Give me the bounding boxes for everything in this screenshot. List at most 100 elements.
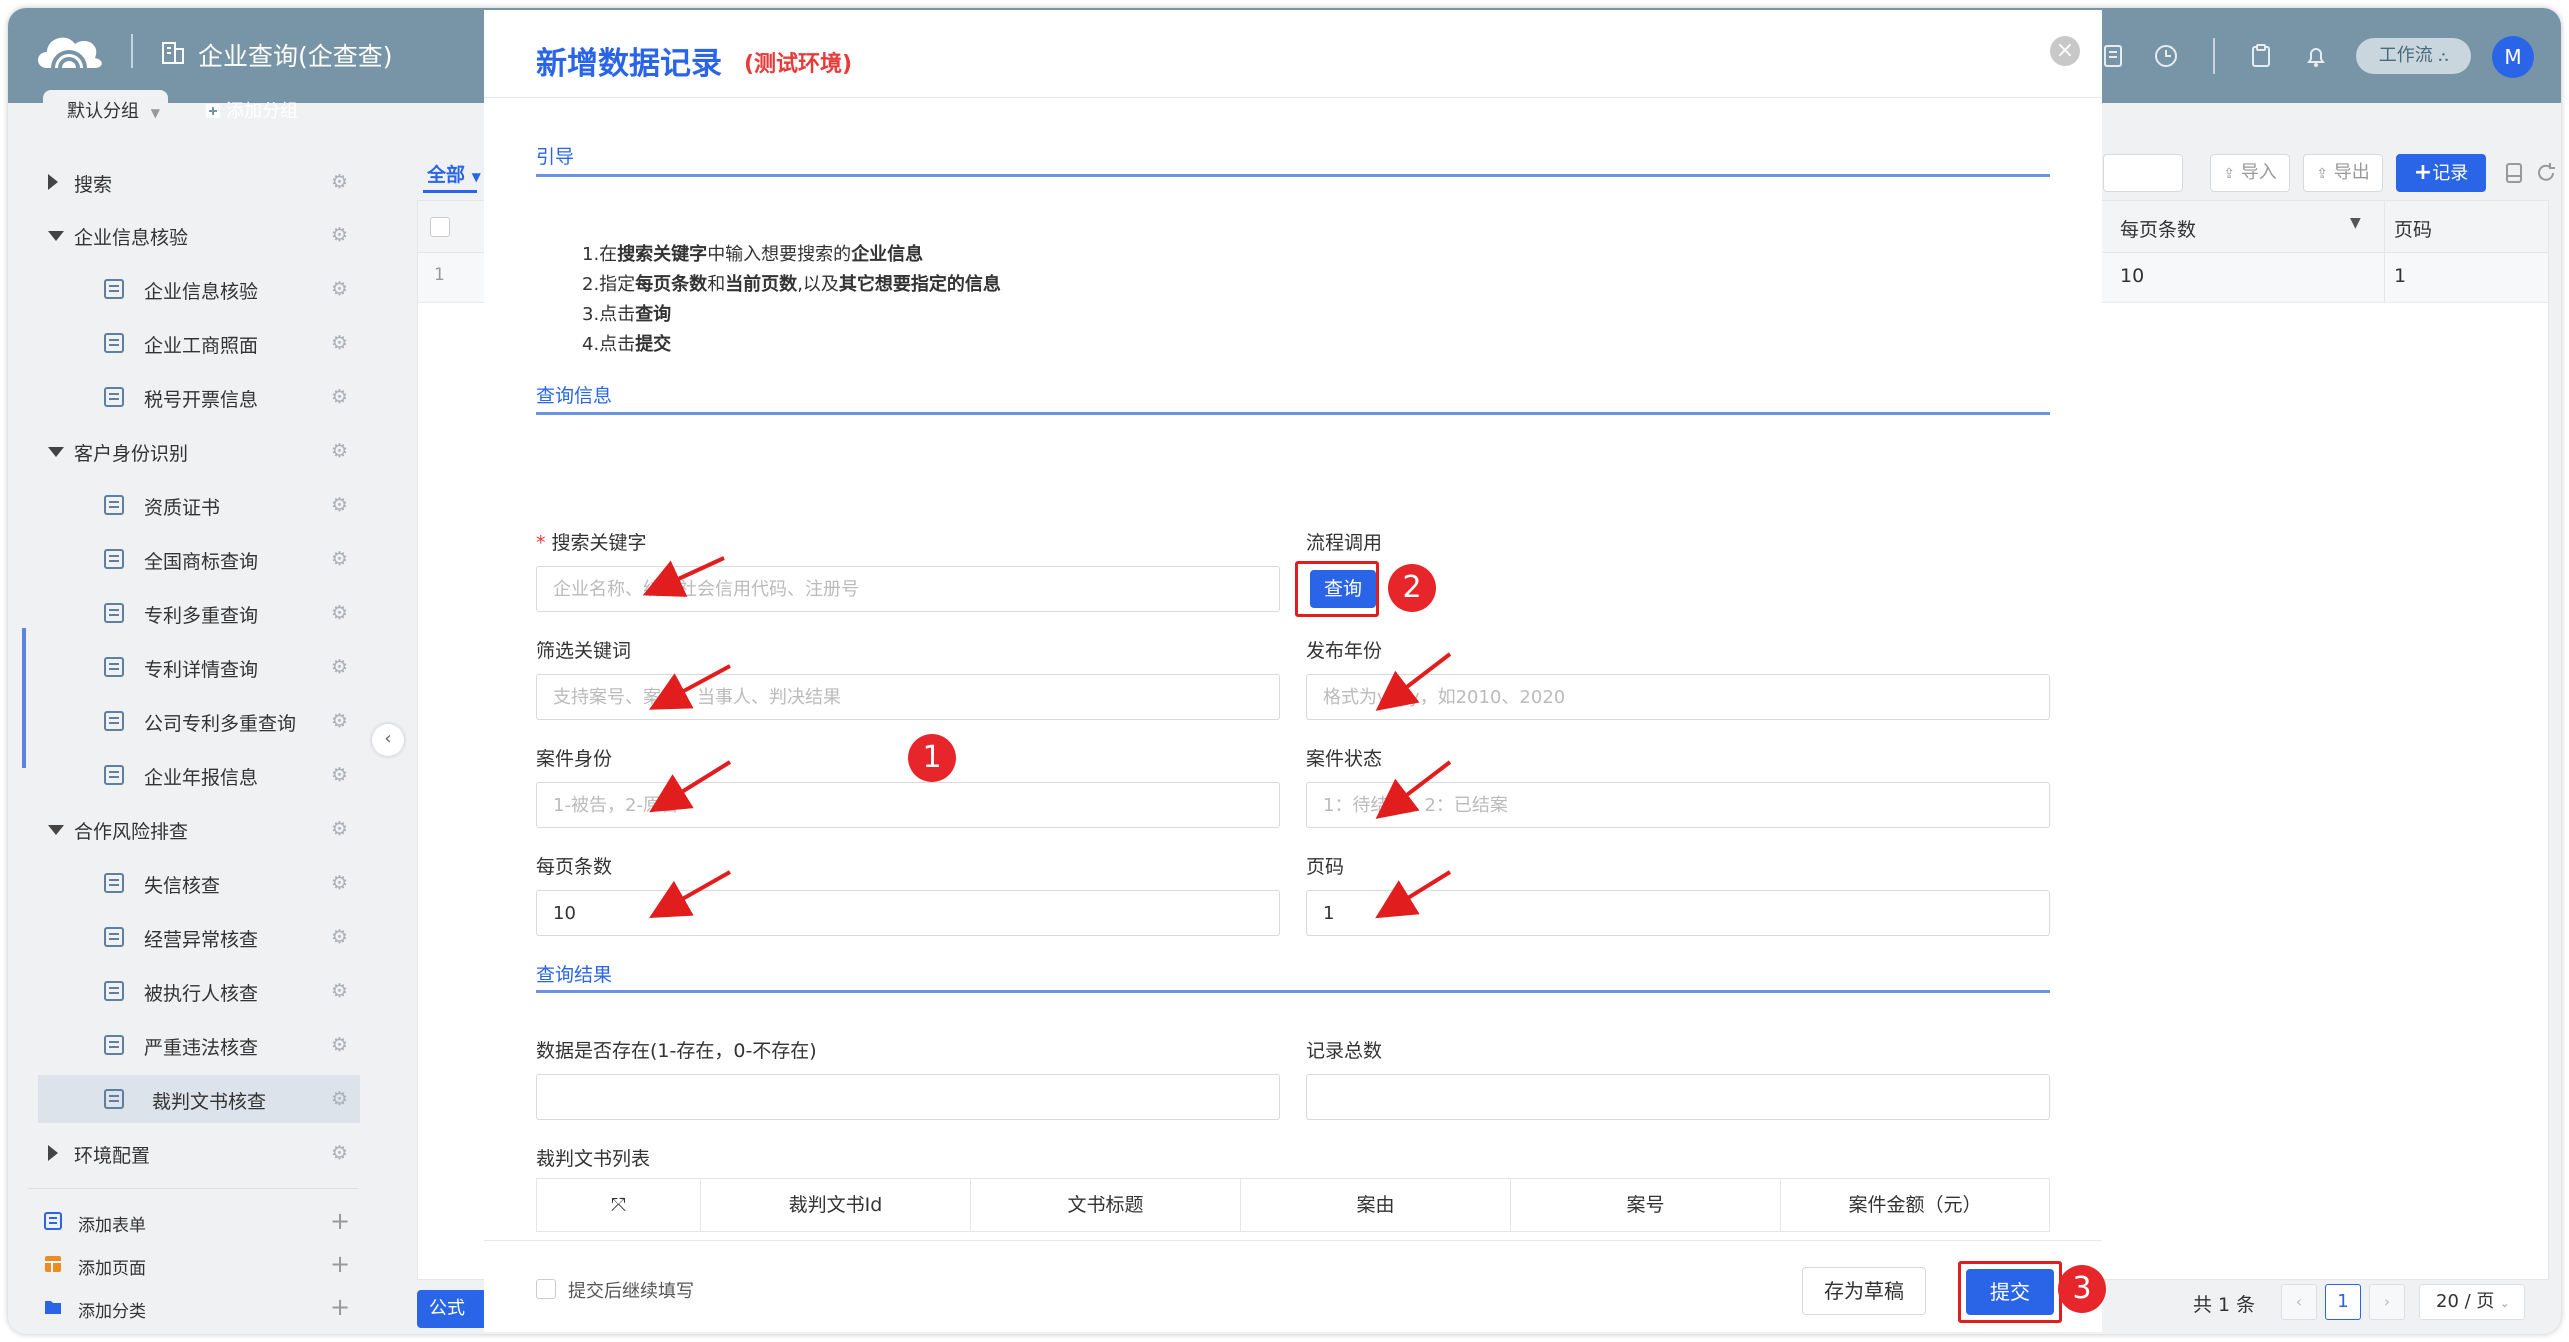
filter-all-label: 全部	[427, 164, 466, 186]
header-divider-right	[2213, 38, 2215, 74]
gear-icon[interactable]: ⚙	[331, 1088, 348, 1110]
column-header[interactable]: 页码	[2394, 215, 2432, 242]
data-exists-input[interactable]	[536, 1074, 1280, 1120]
sidebar-item-enterprise-verify-group[interactable]: 企业信息核验 ⚙	[8, 211, 360, 259]
sidebar-item-search[interactable]: 搜索 ⚙	[8, 158, 360, 206]
sidebar-collapse-button[interactable]: ‹	[372, 724, 404, 756]
keyword-label: * 搜索关键字	[536, 532, 647, 554]
query-button[interactable]: 查询	[1310, 570, 1376, 608]
clock-icon[interactable]	[2153, 43, 2179, 69]
gear-icon[interactable]: ⚙	[331, 171, 348, 193]
add-group-button[interactable]: 添加分组	[206, 90, 298, 138]
add-record-button[interactable]: +记录	[2396, 154, 2486, 192]
formula-button[interactable]: 公式	[417, 1290, 487, 1328]
gear-icon[interactable]: ⚙	[331, 440, 348, 462]
filter-all-tab[interactable]: 全部 ▼	[427, 160, 481, 187]
sidebar-item-label: 企业年报信息	[144, 767, 259, 789]
expand-icon[interactable]: ⤧	[537, 1179, 701, 1231]
close-icon[interactable]: ×	[2050, 36, 2080, 66]
total-records-input[interactable]	[1306, 1074, 2050, 1120]
gear-icon[interactable]: ⚙	[331, 1034, 348, 1056]
case-role-input[interactable]	[536, 782, 1280, 828]
sidebar-item-executed-person[interactable]: 被执行人核查 ⚙	[8, 967, 360, 1015]
sidebar-item-label: 企业工商照面	[144, 335, 259, 357]
gear-icon[interactable]: ⚙	[331, 278, 348, 300]
add-group-label: 添加分组	[226, 101, 298, 122]
total-count: 共 1 条	[2193, 1294, 2256, 1316]
next-page-button[interactable]: ›	[2369, 1284, 2405, 1320]
sidebar-item-patent-multi[interactable]: 专利多重查询 ⚙	[8, 589, 360, 637]
print-icon[interactable]	[2503, 162, 2525, 184]
doc-list-icon[interactable]	[2100, 43, 2126, 69]
add-page-button[interactable]: 添加页面 +	[8, 1244, 360, 1284]
gear-icon[interactable]: ⚙	[331, 548, 348, 570]
bell-icon[interactable]	[2303, 43, 2329, 69]
submit-button[interactable]: 提交	[1966, 1269, 2054, 1315]
filter-underline	[423, 190, 477, 193]
current-page[interactable]: 1	[2325, 1284, 2361, 1320]
sidebar-item-customer-identity-group[interactable]: 客户身份识别 ⚙	[8, 427, 360, 475]
form-doc-icon	[104, 603, 124, 623]
keyword-input[interactable]	[536, 566, 1280, 612]
add-form-button[interactable]: 添加表单 +	[8, 1201, 360, 1241]
gear-icon[interactable]: ⚙	[331, 1142, 348, 1164]
continue-checkbox[interactable]	[536, 1279, 556, 1299]
sidebar-item-dishonest[interactable]: 失信核查 ⚙	[8, 859, 360, 907]
plus-icon: +	[2413, 160, 2433, 185]
page-no-input[interactable]	[1306, 890, 2050, 936]
app-title: 企业查询(企查查)	[198, 42, 393, 71]
gear-icon[interactable]: ⚙	[331, 710, 348, 732]
page-size-input[interactable]	[536, 890, 1280, 936]
table-cell: 10	[2120, 265, 2145, 287]
plus-icon: +	[330, 1293, 351, 1321]
sidebar-item-company-patent-multi[interactable]: 公司专利多重查询 ⚙	[8, 697, 360, 745]
sidebar-item-tax-invoice[interactable]: 税号开票信息 ⚙	[8, 373, 360, 421]
gear-icon[interactable]: ⚙	[331, 926, 348, 948]
sidebar-item-serious-violation[interactable]: 严重违法核查 ⚙	[8, 1021, 360, 1069]
sidebar-item-risk-check-group[interactable]: 合作风险排查 ⚙	[8, 805, 360, 853]
gear-icon[interactable]: ⚙	[331, 224, 348, 246]
gear-icon[interactable]: ⚙	[331, 872, 348, 894]
save-draft-button[interactable]: 存为草稿	[1802, 1267, 1926, 1315]
sidebar-item-annual-report[interactable]: 企业年报信息 ⚙	[8, 751, 360, 799]
sidebar-item-patent-detail[interactable]: 专利详情查询 ⚙	[8, 643, 360, 691]
refresh-icon[interactable]	[2535, 162, 2557, 184]
gear-icon[interactable]: ⚙	[331, 818, 348, 840]
cloud-logo-icon[interactable]	[33, 24, 105, 78]
gear-icon[interactable]: ⚙	[331, 656, 348, 678]
continue-label: 提交后继续填写	[568, 1281, 694, 1302]
sort-down-icon[interactable]: ▼	[2350, 215, 2361, 231]
add-form-label: 添加表单	[78, 1216, 146, 1236]
import-button[interactable]: ⇪ 导入	[2210, 154, 2290, 192]
form-doc-icon	[104, 711, 124, 731]
prev-page-button[interactable]: ‹	[2281, 1284, 2317, 1320]
search-box-partial[interactable]	[2103, 154, 2183, 192]
sidebar-item-enterprise-verify[interactable]: 企业信息核验 ⚙	[8, 265, 360, 313]
workflow-button[interactable]: 工作流 ⛬	[2356, 38, 2471, 74]
select-all-checkbox[interactable]	[430, 217, 450, 237]
sidebar-item-env-config[interactable]: 环境配置 ⚙	[8, 1129, 360, 1177]
dialog-footer: 提交后继续填写 存为草稿 提交	[484, 1240, 2102, 1332]
gear-icon[interactable]: ⚙	[331, 332, 348, 354]
page-size-select[interactable]: 20 / 页 ⌄	[2419, 1284, 2525, 1320]
sidebar-item-trademark[interactable]: 全国商标查询 ⚙	[8, 535, 360, 583]
gear-icon[interactable]: ⚙	[331, 764, 348, 786]
tab-default-group[interactable]: 默认分组 ▼	[43, 90, 168, 138]
avatar[interactable]: M	[2492, 36, 2534, 78]
gear-icon[interactable]: ⚙	[331, 386, 348, 408]
sidebar-item-judgment-doc[interactable]: 裁判文书核查 ⚙	[38, 1075, 360, 1123]
gear-icon[interactable]: ⚙	[331, 602, 348, 624]
export-button[interactable]: ⇪ 导出	[2303, 154, 2383, 192]
gear-icon[interactable]: ⚙	[331, 494, 348, 516]
publish-year-input[interactable]	[1306, 674, 2050, 720]
sidebar-item-business-registration[interactable]: 企业工商照面 ⚙	[8, 319, 360, 367]
clipboard-icon[interactable]	[2248, 43, 2274, 69]
case-status-input[interactable]	[1306, 782, 2050, 828]
env-tag: (测试环境)	[744, 52, 853, 77]
sidebar-item-abnormal-operation[interactable]: 经营异常核查 ⚙	[8, 913, 360, 961]
filter-keyword-input[interactable]	[536, 674, 1280, 720]
gear-icon[interactable]: ⚙	[331, 980, 348, 1002]
sidebar-item-qualification[interactable]: 资质证书 ⚙	[8, 481, 360, 529]
column-header[interactable]: 每页条数	[2120, 215, 2196, 242]
add-category-button[interactable]: 添加分类 +	[8, 1287, 360, 1327]
